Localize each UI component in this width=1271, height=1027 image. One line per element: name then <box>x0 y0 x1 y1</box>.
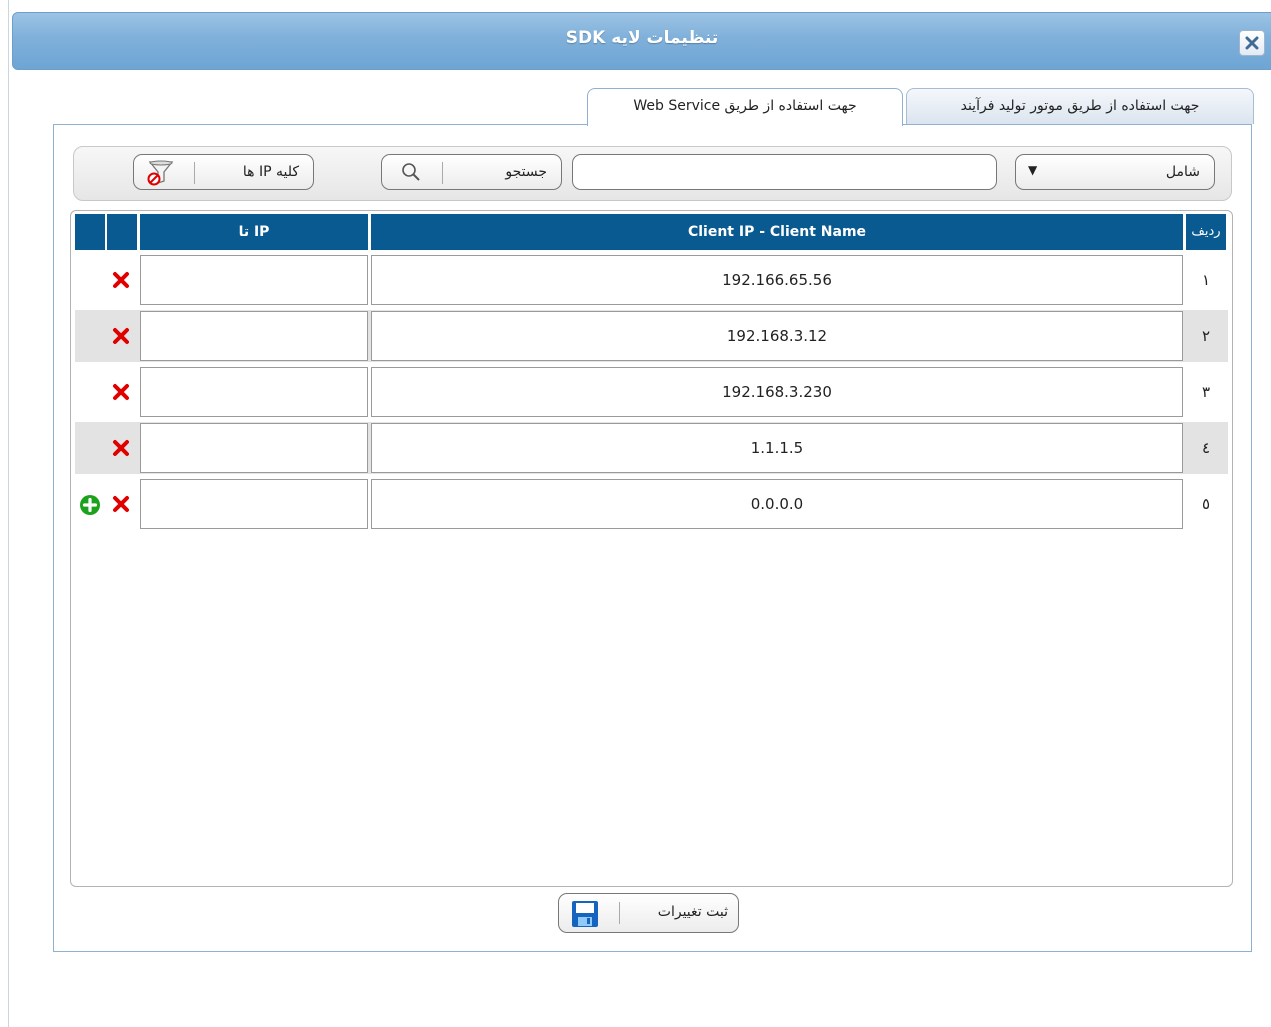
client-ip-field[interactable]: 192.168.3.12 <box>371 311 1183 361</box>
save-changes-button[interactable]: ثبت تغییرات <box>558 893 739 933</box>
save-changes-label: ثبت تغییرات <box>657 904 728 920</box>
close-icon <box>1245 36 1259 50</box>
button-separator <box>619 902 620 924</box>
row-number: ٣ <box>1201 383 1211 401</box>
add-row-icon[interactable] <box>79 494 101 516</box>
row-number: ٤ <box>1201 439 1211 457</box>
delete-row-icon[interactable] <box>111 438 131 458</box>
row-number: ٥ <box>1201 495 1211 513</box>
dropdown-arrow-icon: ▼ <box>1028 163 1038 177</box>
match-mode-value: شامل <box>1165 164 1200 180</box>
header-blank <box>75 214 105 250</box>
row-number: ١ <box>1201 271 1211 289</box>
client-ip-field[interactable]: 192.168.3.230 <box>371 367 1183 417</box>
clear-filter-icon <box>147 160 174 186</box>
window-left-border <box>8 0 9 1027</box>
to-ip-field[interactable] <box>140 311 368 361</box>
tab-web-service[interactable]: جهت استفاده از طریق Web Service <box>587 88 903 126</box>
magnifier-icon <box>402 163 420 181</box>
match-mode-select[interactable]: شامل ▼ <box>1015 154 1215 190</box>
all-ips-label: کلیه IP ها <box>242 164 299 180</box>
client-ip-field[interactable]: 1.1.1.5 <box>371 423 1183 473</box>
to-ip-field[interactable] <box>140 479 368 529</box>
delete-row-icon[interactable] <box>111 270 131 290</box>
delete-row-icon[interactable] <box>111 326 131 346</box>
search-button-label: جستجو <box>505 164 547 180</box>
to-ip-field[interactable] <box>140 423 368 473</box>
row-number: ٢ <box>1201 327 1211 345</box>
dialog-title: تنظیمات لایه SDK <box>565 28 719 48</box>
button-separator <box>194 162 195 184</box>
delete-row-icon[interactable] <box>111 382 131 402</box>
search-button[interactable]: جستجو <box>381 154 562 190</box>
client-ip-field[interactable]: 0.0.0.0 <box>371 479 1183 529</box>
to-ip-field[interactable] <box>140 367 368 417</box>
to-ip-field[interactable] <box>140 255 368 305</box>
all-ips-button[interactable]: کلیه IP ها <box>133 154 314 190</box>
search-input[interactable] <box>572 154 997 190</box>
tab-process-engine[interactable]: جهت استفاده از طریق موتور تولید فرآیند <box>906 88 1254 124</box>
header-row-number: ردیف <box>1186 214 1226 250</box>
delete-row-icon[interactable] <box>111 494 131 514</box>
header-client: Client IP - Client Name <box>371 214 1183 250</box>
button-separator <box>442 162 443 184</box>
dialog-titlebar: تنظیمات لایه SDK <box>12 12 1271 70</box>
header-blank <box>107 214 137 250</box>
floppy-disk-icon <box>572 901 598 927</box>
header-to-ip: تا IP <box>140 214 368 250</box>
client-ip-field[interactable]: 192.166.65.56 <box>371 255 1183 305</box>
close-button[interactable] <box>1239 30 1265 56</box>
